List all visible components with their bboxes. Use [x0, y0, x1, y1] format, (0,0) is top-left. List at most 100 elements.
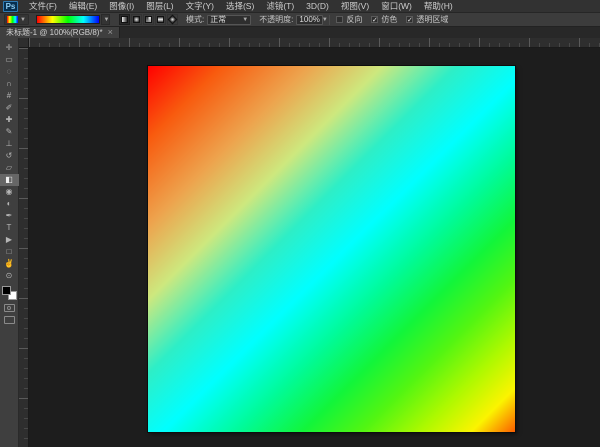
menu-file[interactable]: 文件(F)	[23, 0, 63, 12]
menu-edit[interactable]: 编辑(E)	[63, 0, 103, 12]
checkbox-box	[336, 16, 343, 23]
quick-mask-button[interactable]	[4, 304, 15, 312]
tool-icon: T	[7, 224, 12, 232]
chevron-down-icon: ▼	[20, 17, 26, 23]
checkbox-label: 透明区域	[416, 14, 448, 25]
foreground-color-swatch[interactable]	[2, 286, 11, 295]
checkbox-box	[406, 16, 413, 23]
mode-label: 模式:	[186, 14, 204, 25]
quick-mask-icon	[7, 306, 11, 310]
menu-view[interactable]: 视图(V)	[335, 0, 375, 12]
tool-icon: ✒	[6, 212, 13, 220]
menu-image[interactable]: 图像(I)	[103, 0, 140, 12]
tool-icon: ▱	[6, 164, 12, 172]
crop-tool[interactable]: #	[0, 90, 19, 102]
history-brush-tool[interactable]: ↺	[0, 150, 19, 162]
transparency-checkbox[interactable]: 透明区域	[406, 14, 448, 25]
opacity-select[interactable]: 100% ▼	[296, 15, 323, 25]
photoshop-logo-icon: Ps	[3, 1, 18, 12]
menu-select[interactable]: 选择(S)	[220, 0, 260, 12]
menu-type[interactable]: 文字(Y)	[180, 0, 220, 12]
screen-mode-button[interactable]	[4, 316, 15, 324]
tool-icon: ↺	[6, 152, 13, 160]
tool-icon: ⊥	[6, 140, 13, 148]
quick-selection-tool[interactable]: ∩	[0, 78, 19, 90]
divider	[329, 15, 330, 25]
color-swatches	[2, 286, 17, 300]
ruler-origin-corner[interactable]	[19, 38, 29, 48]
reflected-gradient-button[interactable]	[155, 14, 166, 25]
gradient-picker-button[interactable]: ▼	[101, 14, 110, 25]
document-tab[interactable]: 未标题-1 @ 100%(RGB/8)* ×	[0, 27, 120, 38]
path-selection-tool[interactable]: ▶	[0, 234, 19, 246]
canvas[interactable]	[148, 66, 515, 432]
zoom-tool[interactable]: ⊙	[0, 270, 19, 282]
vertical-ruler[interactable]	[19, 48, 29, 447]
document-area	[19, 38, 600, 447]
gradient-type-icon	[168, 15, 178, 25]
gradient-option-checkboxes: 反向 仿色 透明区域	[336, 14, 448, 25]
tool-icon: ◉	[6, 188, 13, 196]
brush-tool[interactable]: ✎	[0, 126, 19, 138]
pen-tool[interactable]: ✒	[0, 210, 19, 222]
tool-icon: ✐	[6, 104, 13, 112]
document-tab-title: 未标题-1 @ 100%(RGB/8)*	[6, 27, 103, 38]
checkbox-label: 反向	[346, 14, 362, 25]
menu-3d[interactable]: 3D(D)	[300, 0, 335, 12]
gradient-tool[interactable]: ◧	[0, 174, 19, 186]
linear-gradient-button[interactable]	[119, 14, 130, 25]
menu-help[interactable]: 帮助(H)	[418, 0, 459, 12]
radial-gradient-button[interactable]	[131, 14, 142, 25]
menu-layer[interactable]: 图层(L)	[140, 0, 179, 12]
tool-icon: ✛	[6, 44, 13, 52]
tools-panel: ✛ ▭ ◌ ∩ # ✐ ✚ ✎ ⊥ ↺ ▱ ◧ ◉ ◐ ✒ T	[0, 38, 19, 447]
healing-brush-tool[interactable]: ✚	[0, 114, 19, 126]
gradient-type-icon	[145, 16, 152, 23]
tool-icon: ✚	[6, 116, 13, 124]
hand-tool[interactable]: ✌	[0, 258, 19, 270]
opacity-label: 不透明度:	[259, 14, 293, 25]
gradient-preview[interactable]	[36, 15, 100, 24]
gradient-type-icon	[133, 16, 140, 23]
opacity-value: 100%	[299, 15, 319, 24]
chevron-down-icon: ▼	[322, 17, 328, 23]
dodge-tool[interactable]: ◐	[0, 198, 19, 210]
close-icon[interactable]: ×	[108, 28, 113, 37]
lasso-tool[interactable]: ◌	[0, 66, 19, 78]
chevron-down-icon: ▼	[242, 17, 248, 23]
tool-icon: □	[7, 248, 12, 256]
gradient-type-icon	[157, 16, 164, 23]
eraser-tool[interactable]: ▱	[0, 162, 19, 174]
document-tab-bar: 未标题-1 @ 100%(RGB/8)* ×	[0, 27, 600, 38]
angle-gradient-button[interactable]	[143, 14, 154, 25]
eyedropper-tool[interactable]: ✐	[0, 102, 19, 114]
horizontal-ruler[interactable]	[29, 38, 600, 48]
diamond-gradient-button[interactable]	[167, 14, 178, 25]
chevron-down-icon: ▼	[103, 17, 109, 23]
tool-icon: ▭	[5, 56, 13, 64]
menu-window[interactable]: 窗口(W)	[375, 0, 418, 12]
reverse-checkbox[interactable]: 反向	[336, 14, 362, 25]
blur-tool[interactable]: ◉	[0, 186, 19, 198]
tool-icon: ◧	[5, 176, 13, 184]
blend-mode-select[interactable]: 正常 ▼	[207, 15, 251, 25]
tool-preset-picker[interactable]: ▼	[4, 14, 29, 25]
checkbox-label: 仿色	[381, 14, 397, 25]
tool-icon: ∩	[6, 80, 12, 88]
tool-icon: ◌	[7, 68, 12, 76]
dither-checkbox[interactable]: 仿色	[371, 14, 397, 25]
shape-tool[interactable]: □	[0, 246, 19, 258]
tool-icon: ⊙	[6, 272, 13, 280]
tool-icon: ▶	[6, 236, 12, 244]
tool-icon: ◐	[7, 200, 12, 208]
gradient-tool-thumb-icon	[7, 16, 18, 23]
marquee-tool[interactable]: ▭	[0, 54, 19, 66]
clone-stamp-tool[interactable]: ⊥	[0, 138, 19, 150]
menus: 文件(F)编辑(E)图像(I)图层(L)文字(Y)选择(S)滤镜(T)3D(D)…	[23, 0, 459, 12]
tool-options-bar: ▼ ▼ 模式: 正常 ▼ 不透明度: 100% ▼ 反向	[0, 13, 600, 27]
tool-icon: ✌	[4, 260, 14, 268]
type-tool[interactable]: T	[0, 222, 19, 234]
menu-filter[interactable]: 滤镜(T)	[260, 0, 300, 12]
move-tool[interactable]: ✛	[0, 42, 19, 54]
tool-icon: ✎	[6, 128, 13, 136]
